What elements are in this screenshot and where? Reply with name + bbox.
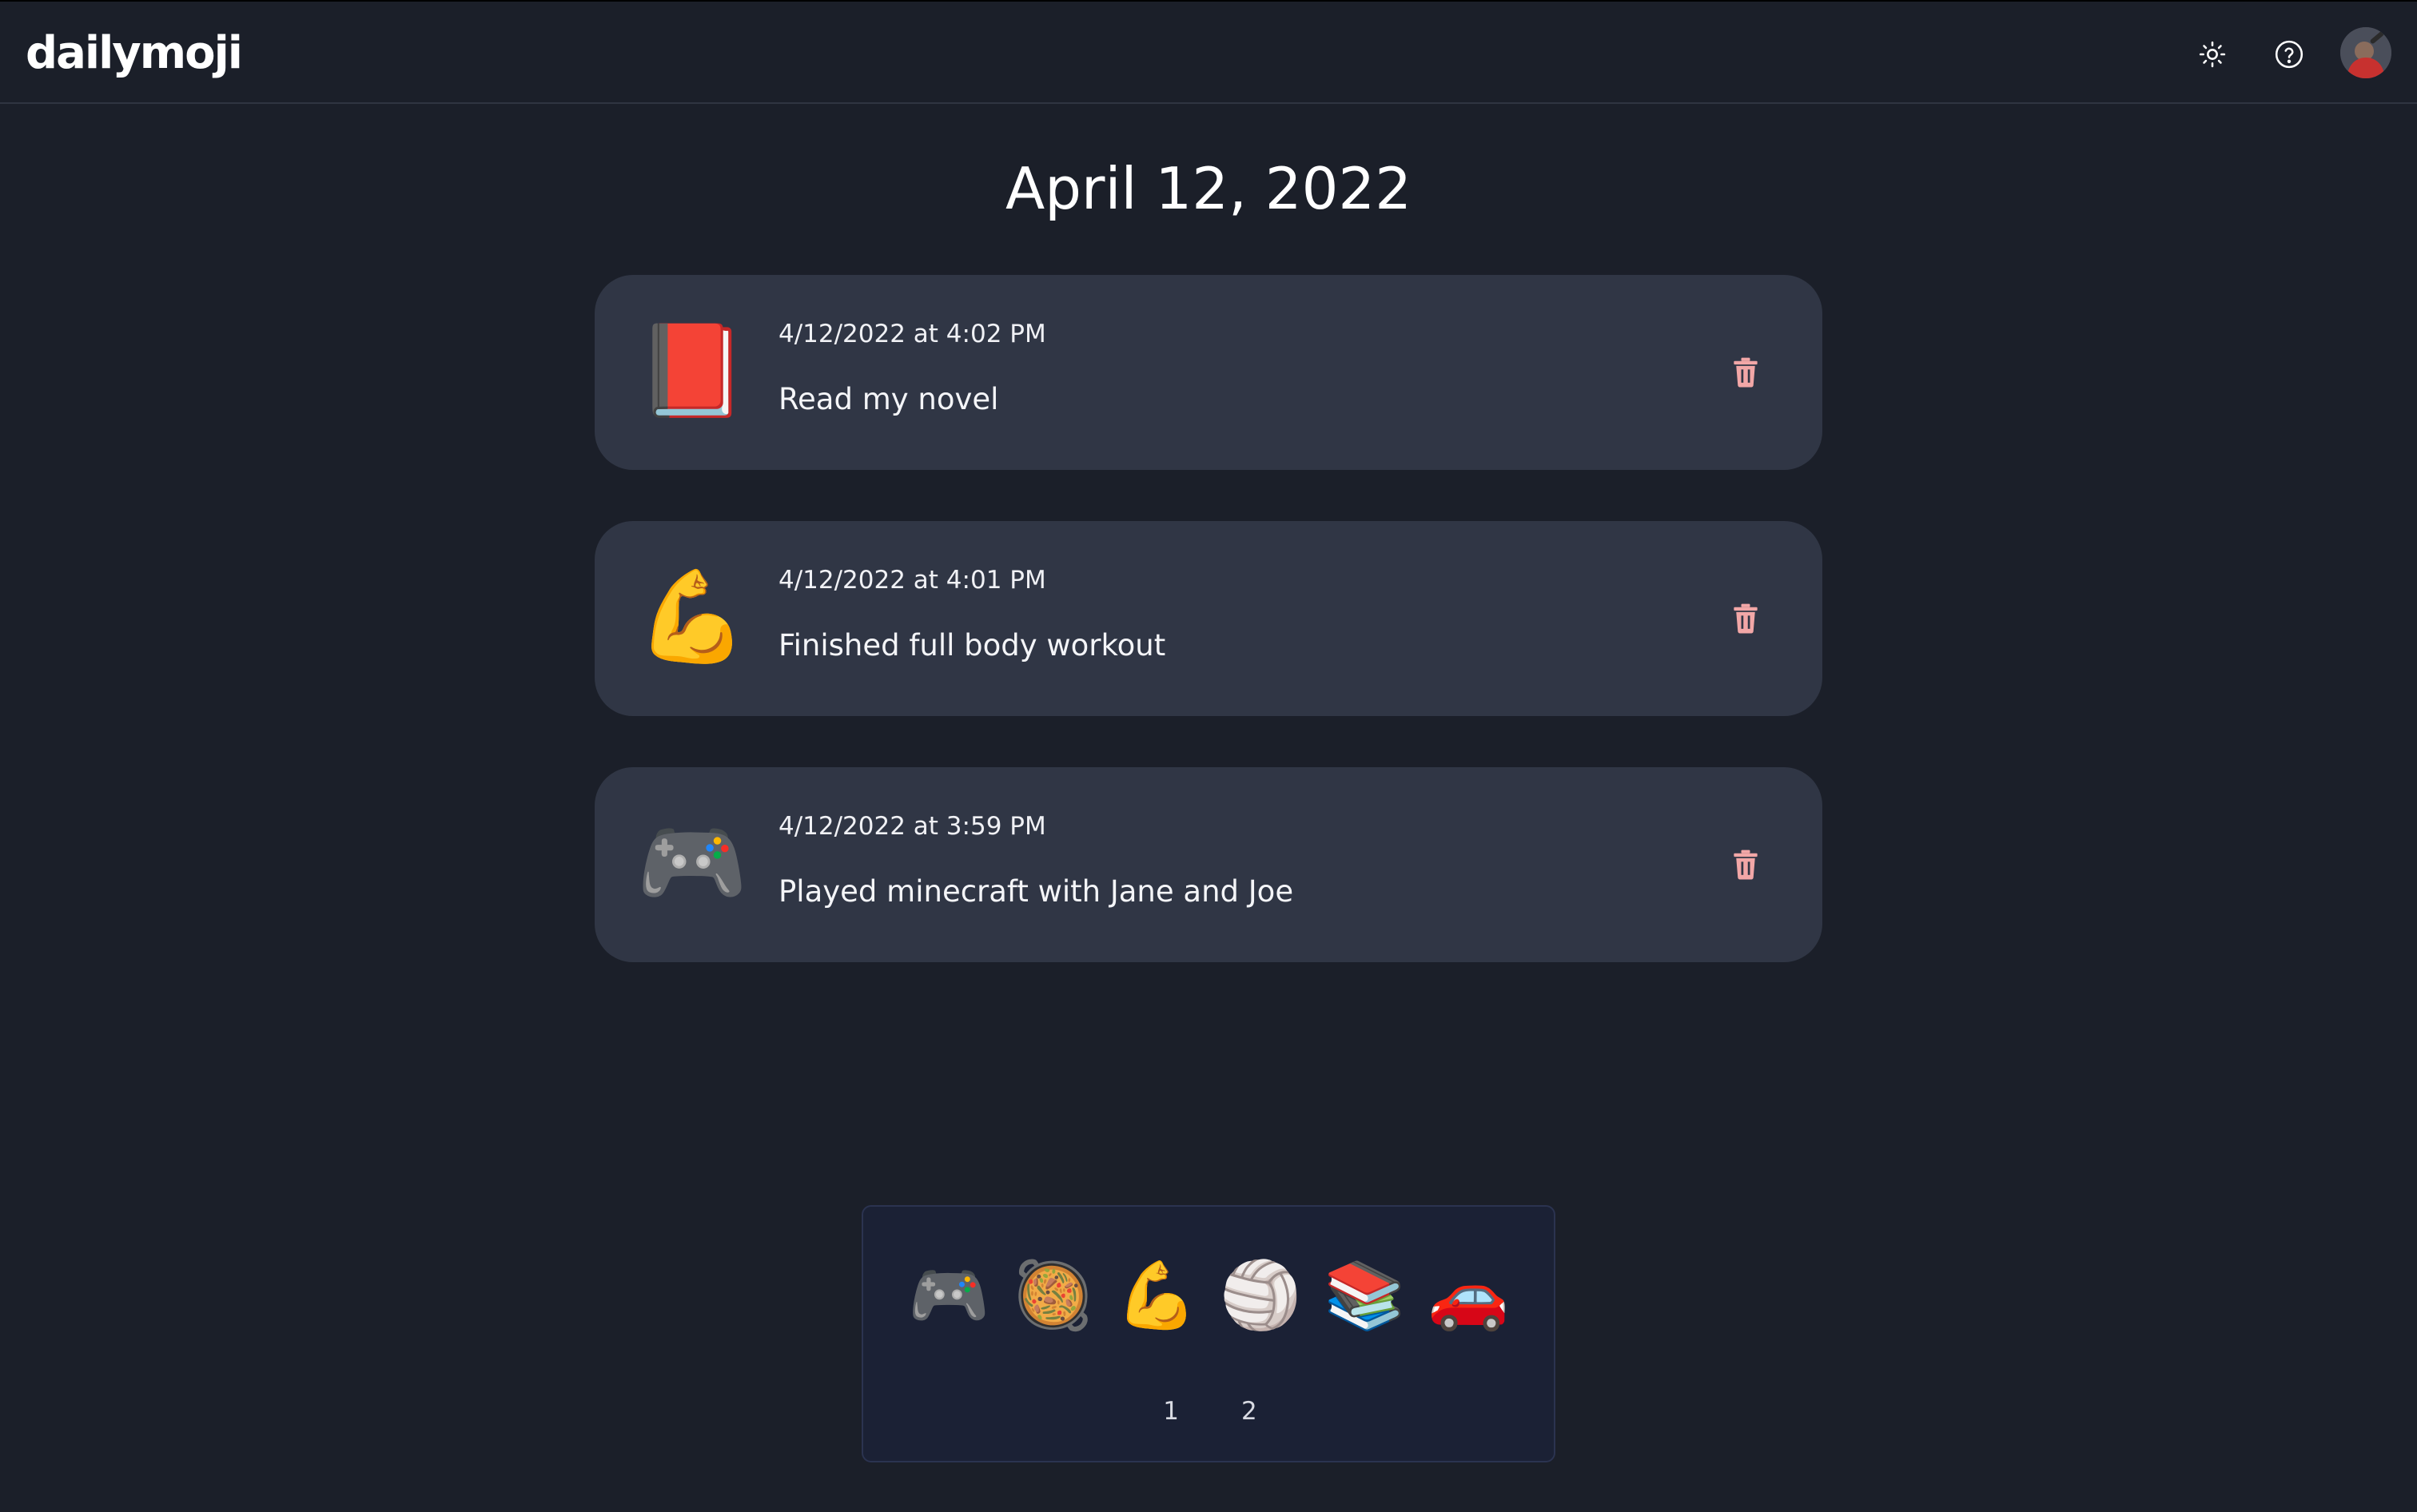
trash-icon [1734, 357, 1758, 388]
red-book-emoji: 📕 [636, 319, 748, 423]
entry-timestamp: 4/12/2022 at 3:59 PM [778, 812, 1046, 841]
avatar[interactable] [2340, 27, 2391, 78]
entry-text: Finished full body workout [778, 628, 1166, 662]
trash-icon [1734, 850, 1758, 880]
entry-card: 🎮 4/12/2022 at 3:59 PM Played minecraft … [595, 767, 1822, 962]
entry-text: Played minecraft with Jane and Joe [778, 874, 1294, 909]
theme-toggle-button[interactable] [2188, 30, 2236, 78]
video-game-controller-emoji: 🎮 [636, 811, 748, 915]
shallow-pan-of-food-emoji-option[interactable]: 🥘 [1012, 1258, 1093, 1335]
page-2-link[interactable]: 2 [1236, 1395, 1262, 1427]
help-icon [2275, 40, 2304, 69]
emoji-picker: 🎮 🥘 💪 🏐 📚 🚗 1 2 [862, 1205, 1555, 1462]
flexed-biceps-emoji: 💪 [636, 565, 748, 669]
delete-entry-button[interactable] [1728, 355, 1763, 390]
emoji-picker-row: 🎮 🥘 💪 🏐 📚 🚗 [908, 1258, 1509, 1335]
delete-entry-button[interactable] [1728, 847, 1763, 882]
sun-icon [2199, 41, 2226, 68]
page-title: April 12, 2022 [1005, 155, 1412, 222]
emoji-picker-pagination: 1 2 [863, 1395, 1557, 1427]
volleyball-emoji-option[interactable]: 🏐 [1220, 1258, 1301, 1335]
page-1-link[interactable]: 1 [1158, 1395, 1184, 1427]
car-emoji-option[interactable]: 🚗 [1428, 1258, 1509, 1335]
trash-icon [1734, 603, 1758, 634]
avatar-image [2340, 27, 2391, 78]
help-button[interactable] [2265, 30, 2313, 78]
top-bar: dailymoji [0, 0, 2417, 104]
entry-timestamp: 4/12/2022 at 4:02 PM [778, 320, 1046, 348]
delete-entry-button[interactable] [1728, 601, 1763, 636]
entry-timestamp: 4/12/2022 at 4:01 PM [778, 566, 1046, 595]
app-logo[interactable]: dailymoji [26, 26, 243, 82]
flexed-biceps-emoji-option[interactable]: 💪 [1116, 1258, 1197, 1335]
entry-text: Read my novel [778, 382, 999, 416]
entry-card: 💪 4/12/2022 at 4:01 PM Finished full bod… [595, 521, 1822, 716]
books-emoji-option[interactable]: 📚 [1324, 1258, 1405, 1335]
video-game-controller-emoji-option[interactable]: 🎮 [908, 1258, 989, 1335]
entry-list: 📕 4/12/2022 at 4:02 PM Read my novel 💪 4… [595, 275, 1822, 1013]
entry-card: 📕 4/12/2022 at 4:02 PM Read my novel [595, 275, 1822, 470]
